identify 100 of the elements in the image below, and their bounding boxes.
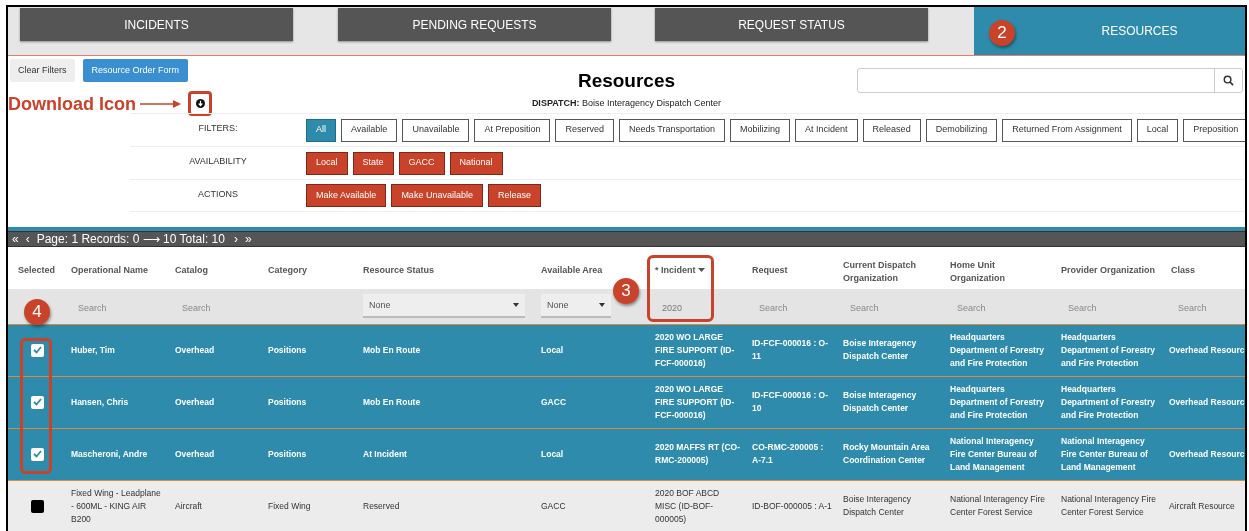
checkbox[interactable] <box>31 343 44 357</box>
action-button[interactable]: State <box>352 151 394 175</box>
table-cell-text: Mob En Route <box>363 343 422 357</box>
previous-page-button[interactable]: ‹ <box>25 233 30 245</box>
dispatch-label: DISPATCH: Boise Interagency Dispatch Center <box>531 97 722 110</box>
table-cell-text: Positions <box>268 447 308 461</box>
filter-group-label: ACTIONS <box>197 188 239 201</box>
download-icon[interactable] <box>195 99 205 108</box>
filter-button[interactable]: Local <box>1136 118 1179 142</box>
search-field[interactable]: Search <box>1061 302 1155 316</box>
column-header[interactable]: Selected <box>18 264 56 277</box>
table-cell-text: CO-RMC-200005 : A-7.1 <box>752 441 825 467</box>
column-header[interactable]: Home Unit Organization <box>950 259 1051 285</box>
table-cell-text: Fixed Wing <box>268 499 312 513</box>
table-cell-text: Rocky Mountain Area Coordination Center <box>843 441 931 467</box>
table-cell-text: Mob En Route <box>363 395 422 409</box>
filter-button[interactable]: Returned From Assignment <box>1002 118 1132 142</box>
action-button[interactable]: Make Unavailable <box>391 184 483 207</box>
tab[interactable]: PENDING REQUESTS <box>338 8 611 41</box>
filter-group-label: AVAILABILITY <box>188 155 248 168</box>
table-cell-text: Overhead <box>175 395 216 409</box>
column-header[interactable]: * Incident <box>655 264 705 277</box>
filter-button[interactable]: Needs Transportation <box>619 118 726 142</box>
table-cell: Overhead Resourc <box>1169 395 1245 409</box>
column-header[interactable]: Current Dispatch Organization <box>843 259 940 285</box>
search-field[interactable]: Search <box>175 302 252 316</box>
table-cell-text: Fixed Wing - Leadplane - 600ML - KING AIR B200 <box>71 486 162 526</box>
table-cell-text: Boise Interagency Dispatch Center <box>843 493 913 520</box>
clear-filters-button[interactable]: Clear Filters <box>10 59 75 82</box>
search-field[interactable]: Search <box>752 302 827 316</box>
caret-icon <box>513 303 519 308</box>
table-cell-text: Boise Interagency Dispatch Center <box>843 337 918 363</box>
action-button[interactable]: Release <box>487 184 541 207</box>
arrow-icon <box>140 98 182 109</box>
table-cell-text: Headquarters Department of Forestry and Fire Protection <box>1061 382 1156 422</box>
column-header[interactable]: Operational Name <box>71 264 149 277</box>
table-cell-text: Headquarters Department of Forestry and Fire Protection <box>950 330 1045 370</box>
filter-button[interactable]: Mobilizing <box>730 118 791 142</box>
search-field[interactable]: Search <box>1171 302 1237 316</box>
action-button[interactable]: GACC <box>398 151 445 175</box>
table-cell: Overhead Resourc <box>1169 343 1245 357</box>
dropdown[interactable]: None <box>363 294 525 319</box>
table-cell-text: Hansen, Chris <box>71 395 130 409</box>
table-cell-text: National Interagency Fire Center Forest Service <box>950 493 1046 520</box>
checkbox[interactable] <box>31 499 44 513</box>
filter-button[interactable]: At Preposition <box>474 118 551 142</box>
annotation-label: Download Icon <box>8 94 136 113</box>
search-field[interactable]: Search <box>843 302 934 316</box>
next-page-button[interactable]: › <box>233 233 238 245</box>
caret-icon <box>599 303 605 308</box>
first-page-button[interactable]: « <box>12 233 19 245</box>
filter-button[interactable]: Available <box>341 118 398 142</box>
column-header[interactable]: Request <box>752 264 788 277</box>
dropdown[interactable]: None <box>541 294 611 319</box>
table-cell-text: Positions <box>268 343 308 357</box>
table-cell: ID-BOF-000005 : A-1 <box>752 499 832 513</box>
action-button[interactable]: National <box>449 151 503 175</box>
search-field[interactable]: Search <box>950 302 1045 316</box>
tab[interactable]: INCIDENTS <box>20 8 293 41</box>
table-cell-text: Overhead <box>175 343 216 357</box>
search-field[interactable]: Search <box>71 302 159 316</box>
table-cell-text: National Interagency Fire Center Forest Service <box>1061 493 1157 520</box>
table-cell-text: National Interagency Fire Center Bureau of Land Management <box>1061 434 1149 474</box>
last-page-button[interactable]: » <box>244 233 252 245</box>
filter-button[interactable]: Unavailable <box>402 118 470 142</box>
filter-button[interactable]: All <box>306 118 336 142</box>
table-cell-text: Headquarters Department of Forestry and Fire Protection <box>950 382 1045 422</box>
tab[interactable]: REQUEST STATUS <box>655 8 928 41</box>
checkbox[interactable] <box>31 395 44 409</box>
filter-button[interactable]: Demobilizing <box>925 118 998 142</box>
column-header[interactable]: Provider Organization <box>1061 264 1156 277</box>
search-icon[interactable] <box>1223 75 1234 86</box>
table-cell-text: Local <box>541 447 565 461</box>
search-field[interactable] <box>857 68 1243 93</box>
filter-button[interactable]: Preposition <box>1183 118 1245 142</box>
column-header[interactable]: Resource Status <box>363 264 435 277</box>
column-header[interactable]: Catalog <box>175 264 208 277</box>
table-cell-text: Aircraft Resource <box>1169 499 1236 513</box>
column-header[interactable]: Available Area <box>541 264 603 277</box>
table-cell-text: 2020 BOF ABCD MISC (ID-BOF-000005) <box>655 486 721 526</box>
table-cell-text: Huber, Tim <box>71 343 116 357</box>
filter-button[interactable]: Released <box>862 118 921 142</box>
highlight-frame <box>647 255 714 322</box>
column-header[interactable]: Class <box>1171 264 1196 277</box>
table-cell-text: Local <box>541 343 565 357</box>
checkbox[interactable] <box>31 447 44 461</box>
table-cell-text: Overhead <box>175 447 216 461</box>
table-cell: 2020 MAFFS RT (CO-RMC-200005) <box>655 441 741 467</box>
pager-info: Page: 1 Records: 0 ⟶ 10 Total: 10 <box>36 233 225 245</box>
table-cell-text: 2020 WO LARGE FIRE SUPPORT (ID-FCF-000016) <box>655 330 736 370</box>
table-cell-text: Positions <box>268 395 308 409</box>
search-field[interactable]: 2020 <box>655 302 736 316</box>
action-button[interactable]: Local <box>306 151 348 175</box>
filter-button[interactable]: Reserved <box>555 118 614 142</box>
action-button[interactable]: Make Available <box>306 184 387 207</box>
column-header[interactable]: Category <box>268 264 307 277</box>
table-cell-text: GACC <box>541 395 568 409</box>
filter-button[interactable]: At Incident <box>795 118 858 142</box>
table-cell-text: Headquarters Department of Forestry and Fire Protection <box>1061 330 1156 370</box>
table-cell: Overhead Resourc <box>1169 447 1245 461</box>
